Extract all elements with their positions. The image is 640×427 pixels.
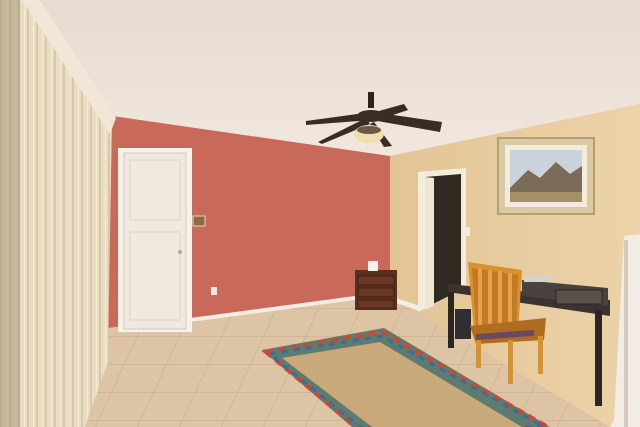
closet-door[interactable] xyxy=(123,152,187,330)
wastebasket xyxy=(455,309,471,339)
room-illustration xyxy=(0,0,640,427)
tissue-box xyxy=(368,261,378,271)
desk-drawer xyxy=(555,289,603,305)
wall-outlet xyxy=(211,287,217,295)
cabinet-shadow xyxy=(624,240,628,427)
door-knob[interactable] xyxy=(178,250,182,254)
picture-ground xyxy=(510,192,582,202)
blind-shadow xyxy=(0,0,20,427)
light-switch[interactable] xyxy=(192,215,206,227)
room-scene xyxy=(0,0,640,427)
open-door[interactable] xyxy=(425,177,434,310)
